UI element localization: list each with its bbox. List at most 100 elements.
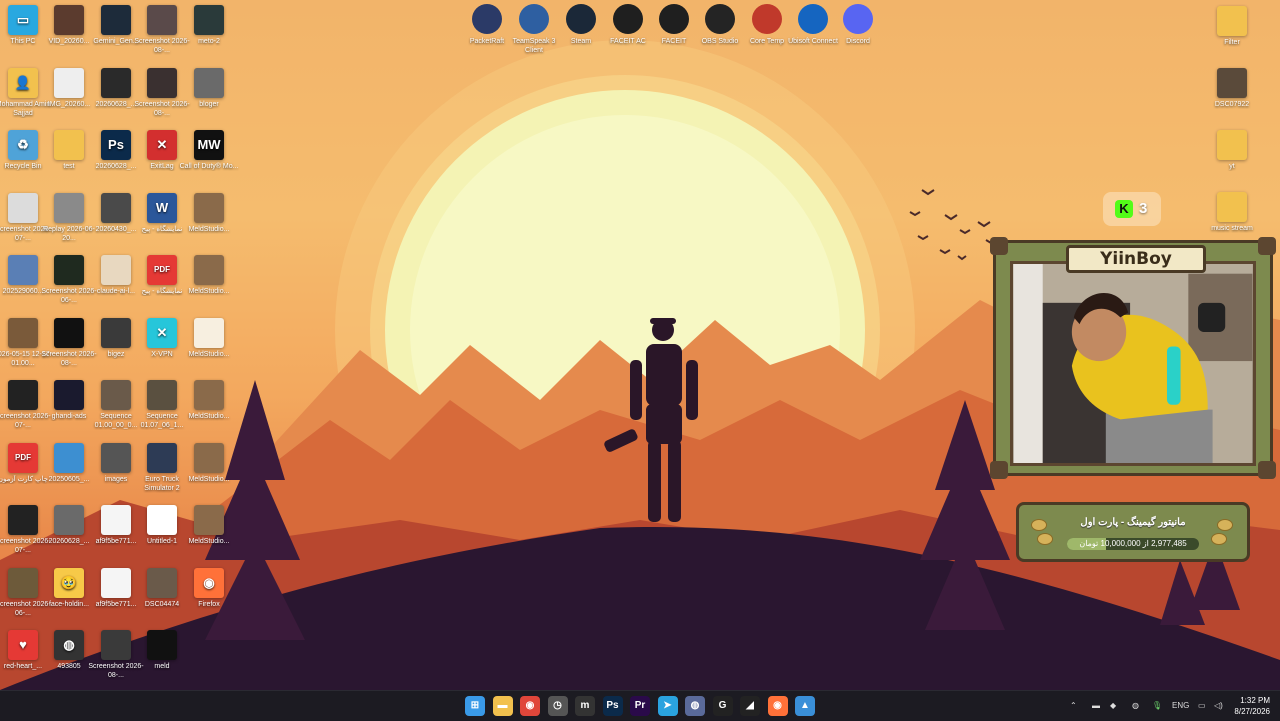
photo-icon [54,442,84,473]
photo-icon [147,567,177,598]
desktop-icon[interactable]: yt [1201,130,1263,171]
microphone-icon[interactable]: 🎙 [1152,691,1162,721]
shortcut-label: Discord [846,38,870,45]
desktop-icon[interactable]: MeldStudio... [178,505,240,546]
coin-icon [1037,533,1053,545]
file-explorer-icon[interactable]: ▬ [492,696,513,716]
desktop-icon[interactable]: music stream [1201,192,1263,233]
desktop-icon[interactable]: MW Call of Duty® Mo... [178,130,240,171]
desktop-icon-label: music stream [1211,225,1253,232]
video-icon [194,380,224,410]
desktop-icon-label: MeldStudio... [188,288,230,295]
image-icon [54,67,84,98]
app-icon[interactable]: ◍ [685,696,705,716]
screenshot-icon [147,5,177,35]
pdf-icon: PDF [147,255,177,285]
desktop-icon[interactable]: MeldStudio... [178,442,240,484]
desktop-icon-label: MeldStudio... [188,538,230,545]
video-icon [194,67,224,98]
desktop-icon[interactable]: MeldStudio... [178,380,240,421]
video-icon [194,505,224,535]
image-icon [101,505,131,535]
desktop-icon-label: Call of Duty® Mo... [179,163,239,170]
xvpn-icon: ✕ [147,317,177,348]
faceit-ac-icon [613,4,643,34]
chevron-up-icon[interactable]: ⌃ [1070,691,1077,721]
file-icon [194,317,224,348]
exitlag-icon: ✕ [147,130,177,160]
desktop-icon-label: meld [154,663,170,670]
desktop-icon[interactable]: ◉ Firefox [178,567,240,609]
goal-title: مانیتور گیمینگ - پارت اول [1080,517,1186,528]
frame-corner [990,461,1008,479]
photos-icon[interactable]: ▲ [795,696,815,716]
goal-progress-text: 2,977,485 از 10,000,000 تومان [1079,539,1187,548]
webcam-scene [1013,264,1253,463]
cursor-app-icon[interactable]: G [712,696,733,716]
image-icon [101,255,131,285]
desktop-icon-label: Firefox [198,600,220,608]
folder-icon [1217,6,1247,36]
windows-start-icon[interactable]: ⊞ [465,696,485,716]
desktop-icon-label: bloger [199,100,219,108]
clock-time: 1:32 PM [1240,696,1270,705]
truck-icon [147,442,177,473]
desktop-icon[interactable]: meld [131,630,193,671]
obs-icon [705,4,735,34]
tray-app-icon[interactable]: ▬ [1092,691,1100,721]
desktop-icon[interactable]: meto-2 [178,5,240,46]
firefox-icon: ◉ [194,567,224,598]
meld-icon[interactable]: m [575,696,595,716]
heart-icon: ♥ [8,630,38,660]
desktop-shortcut[interactable]: Discord [830,4,886,46]
desktop-icon[interactable]: DSC07922 [1201,68,1263,109]
discord-icon [843,4,873,34]
video-icon [147,630,177,660]
cod-icon: MW [194,130,224,160]
faceit-icon[interactable]: ◢ [740,696,760,716]
goal-progress-bar: 2,977,485 از 10,000,000 تومان [1067,538,1199,550]
desktop-icon[interactable]: MeldStudio... [178,255,240,296]
folder-icon [54,130,84,160]
volume-icon[interactable]: ◁) [1214,691,1223,721]
photo-icon [8,255,38,285]
network-icon[interactable]: ▭ [1198,691,1206,721]
clock-date: 8/27/2026 [1234,707,1270,716]
frame-corner [1258,237,1276,255]
desktop-icon[interactable]: MeldStudio... [178,317,240,359]
chrome-icon[interactable]: ◉ [520,696,540,716]
premiere-icon[interactable]: Pr [630,696,650,716]
clock[interactable]: 1:32 PM 8/27/2026 [1224,695,1270,717]
screenshot-icon [194,5,224,35]
frame-corner [1258,461,1276,479]
word-icon: W [147,192,177,223]
clock-app-icon[interactable]: ◷ [547,696,568,716]
image-icon [147,505,177,535]
desktop-icon[interactable]: MeldStudio... [178,192,240,234]
screenshot-icon [8,505,38,535]
screenshot-icon [8,192,38,223]
streamer-name: YiinBoy [1100,249,1172,269]
photoshop-icon[interactable]: Ps [602,696,623,716]
photo-icon [1217,68,1247,98]
video-icon [54,380,84,410]
firefox-icon[interactable]: ◉ [767,696,788,716]
language-indicator[interactable]: ENG [1172,691,1189,721]
frame-corner [990,237,1008,255]
desktop-icon-label: MeldStudio... [188,225,230,233]
steam-tray-icon[interactable]: ◍ [1132,691,1139,721]
desktop-icon[interactable]: Filter [1201,6,1263,47]
telegram-icon[interactable]: ➤ [657,696,678,716]
video-icon [54,505,84,535]
image-icon [101,5,131,35]
user-folder-icon: 👤 [8,67,38,98]
desktop-icon[interactable]: bloger [178,67,240,109]
desktop-icon-label: Filter [1224,39,1240,46]
tray-app-icon[interactable]: ◆ [1110,691,1116,721]
folder-icon [1217,192,1247,222]
shortcut-label: PacketRaft [469,38,505,45]
screenshot-icon [147,67,177,98]
screenshot-icon [101,630,131,660]
thermometer-icon [752,4,782,34]
globe-icon: ◍ [54,630,84,660]
